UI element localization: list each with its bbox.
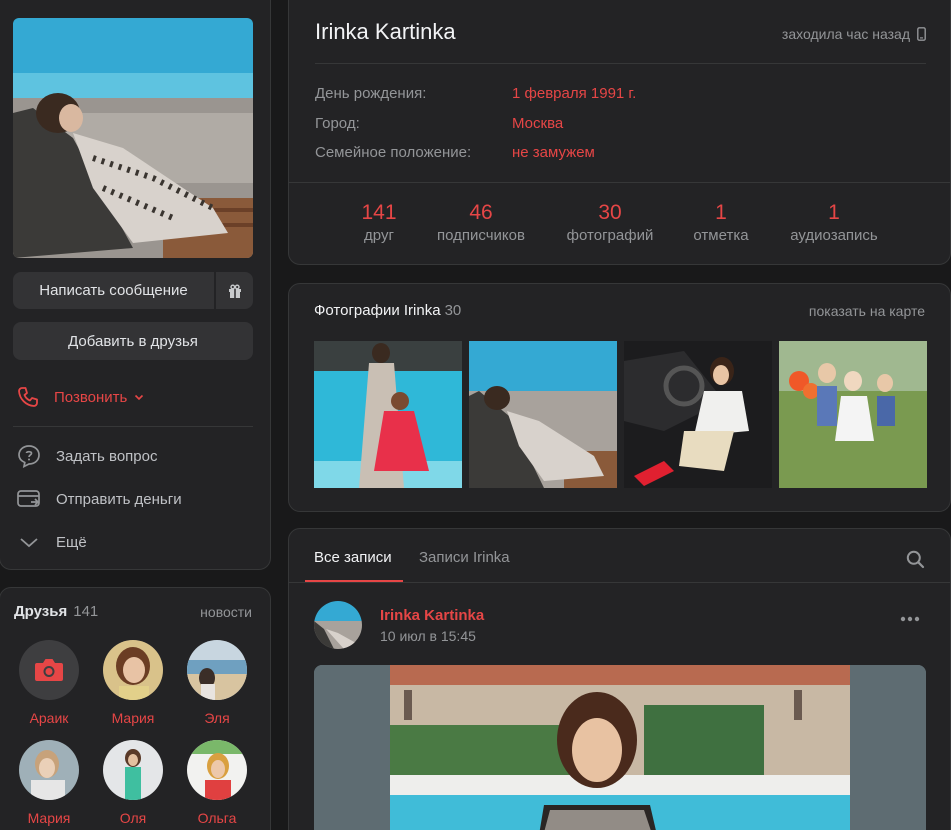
profile-info-card: Irinka Kartinka заходила час назад День … <box>288 0 951 265</box>
profile-name: Irinka Kartinka <box>315 19 456 44</box>
counter-label: подписчиков <box>437 227 525 244</box>
friend-avatar <box>187 640 247 700</box>
friends-header[interactable]: Друзья 141 <box>14 603 98 620</box>
send-message-label: Написать сообщение <box>39 282 188 299</box>
birthday-label: День рождения: <box>315 85 427 102</box>
question-icon <box>18 445 40 468</box>
more-label: Ещё <box>56 533 87 551</box>
friend-name: Ольга <box>197 810 237 826</box>
counter-label: фотографий <box>566 227 654 244</box>
send-money-label: Отправить деньги <box>56 490 182 508</box>
friends-news-link[interactable]: новости <box>200 604 252 620</box>
show-on-map-link[interactable]: показать на карте <box>809 303 925 319</box>
call-button[interactable]: Позвонить <box>16 384 145 410</box>
friend-name: Мария <box>27 810 71 826</box>
relationship-row: Семейное положение: не замужем <box>315 144 595 161</box>
friends-counter[interactable]: 141 друг <box>349 201 409 244</box>
gift-button[interactable] <box>216 272 253 309</box>
audio-counter[interactable]: 1 аудиозапись <box>782 201 886 244</box>
friend-avatar <box>103 740 163 800</box>
friend-name: Мария <box>111 710 155 726</box>
more-options-icon[interactable] <box>900 616 920 622</box>
photos-header[interactable]: Фотографии Irinka 30 <box>314 302 461 319</box>
relationship-label: Семейное положение: <box>315 144 472 161</box>
profile-actions-card: Написать сообщение Добавить в друзья Поз… <box>0 0 271 570</box>
friends-title: Друзья <box>14 603 68 620</box>
friends-card: Друзья 141 новости Араик Мария Эля Мария… <box>0 587 271 830</box>
search-icon[interactable] <box>906 550 925 569</box>
counter-number: 1 <box>715 201 727 224</box>
birthday-row: День рождения: 1 февраля 1991 г. <box>315 85 636 102</box>
profile-avatar-photo[interactable] <box>13 18 253 258</box>
friend-item[interactable]: Ольга <box>175 740 259 826</box>
counters-divider <box>289 182 950 183</box>
photo-thumbnail[interactable] <box>624 341 772 488</box>
counter-label: отметка <box>693 227 749 244</box>
send-message-button[interactable]: Написать сообщение <box>13 272 214 309</box>
post-photo[interactable] <box>314 665 926 830</box>
friend-item[interactable]: Оля <box>91 740 175 826</box>
friend-name: Оля <box>119 810 147 826</box>
phone-icon <box>18 387 38 407</box>
tabs-divider <box>289 582 950 583</box>
last-seen-status: заходила час назад <box>782 26 926 42</box>
actions-divider <box>13 426 253 427</box>
friend-item[interactable]: Араик <box>7 640 91 726</box>
counter-number: 30 <box>598 201 622 224</box>
last-seen-text: заходила час назад <box>781 26 910 42</box>
photos-card: Фотографии Irinka 30 показать на карте <box>288 283 951 512</box>
wall-card: Все записи Записи Irinka Irinka Kartinka… <box>288 528 951 830</box>
profile-counters: 141 друг 46 подписчиков 30 фотографий 1 … <box>289 201 950 251</box>
gift-icon <box>228 284 241 298</box>
photo-thumbnail[interactable] <box>779 341 927 488</box>
call-label: Позвонить <box>54 388 128 406</box>
tab-all-posts[interactable]: Все записи <box>314 549 392 566</box>
counter-number: 1 <box>828 201 840 224</box>
birthday-value[interactable]: 1 февраля 1991 г. <box>512 85 636 102</box>
friend-item[interactable]: Мария <box>91 640 175 726</box>
post-author-avatar[interactable] <box>314 601 362 649</box>
counter-number: 46 <box>469 201 493 224</box>
send-money-item[interactable]: Отправить деньги <box>16 487 182 511</box>
friend-name: Эля <box>204 710 230 726</box>
post-author-name[interactable]: Irinka Kartinka <box>380 607 484 624</box>
ask-question-item[interactable]: Задать вопрос <box>16 444 157 468</box>
mobile-phone-icon <box>917 27 926 41</box>
friend-avatar <box>187 740 247 800</box>
friends-count: 141 <box>73 603 99 620</box>
camera-icon <box>35 659 63 681</box>
photos-counter[interactable]: 30 фотографий <box>560 201 660 244</box>
post-date[interactable]: 10 июл в 15:45 <box>380 628 476 644</box>
friend-avatar <box>19 640 79 700</box>
city-row: Город: Москва <box>315 115 563 132</box>
counter-label: друг <box>364 227 394 244</box>
city-label: Город: <box>315 115 360 132</box>
city-value[interactable]: Москва <box>512 115 563 132</box>
chevron-down-icon <box>20 538 38 548</box>
tab-own-posts[interactable]: Записи Irinka <box>419 549 510 566</box>
tags-counter[interactable]: 1 отметка <box>685 201 757 244</box>
friend-name: Араик <box>29 710 69 726</box>
add-friend-label: Добавить в друзья <box>68 332 198 350</box>
friend-item[interactable]: Эля <box>175 640 259 726</box>
photo-thumbnail[interactable] <box>469 341 617 488</box>
money-icon <box>17 490 40 507</box>
counter-label: аудиозапись <box>790 227 878 244</box>
photo-thumbnail[interactable] <box>314 341 462 488</box>
friend-item[interactable]: Мария <box>7 740 91 826</box>
friend-avatar <box>19 740 79 800</box>
more-item[interactable]: Ещё <box>16 530 87 554</box>
relationship-value[interactable]: не замужем <box>512 144 595 161</box>
friend-avatar <box>103 640 163 700</box>
name-divider <box>315 63 926 64</box>
add-friend-button[interactable]: Добавить в друзья <box>13 322 253 360</box>
photos-count: 30 <box>444 302 462 319</box>
photos-title: Фотографии Irinka <box>314 302 441 319</box>
ask-question-label: Задать вопрос <box>56 447 158 465</box>
followers-counter[interactable]: 46 подписчиков <box>429 201 533 244</box>
chevron-down-icon <box>135 394 144 401</box>
counter-number: 141 <box>361 201 397 224</box>
